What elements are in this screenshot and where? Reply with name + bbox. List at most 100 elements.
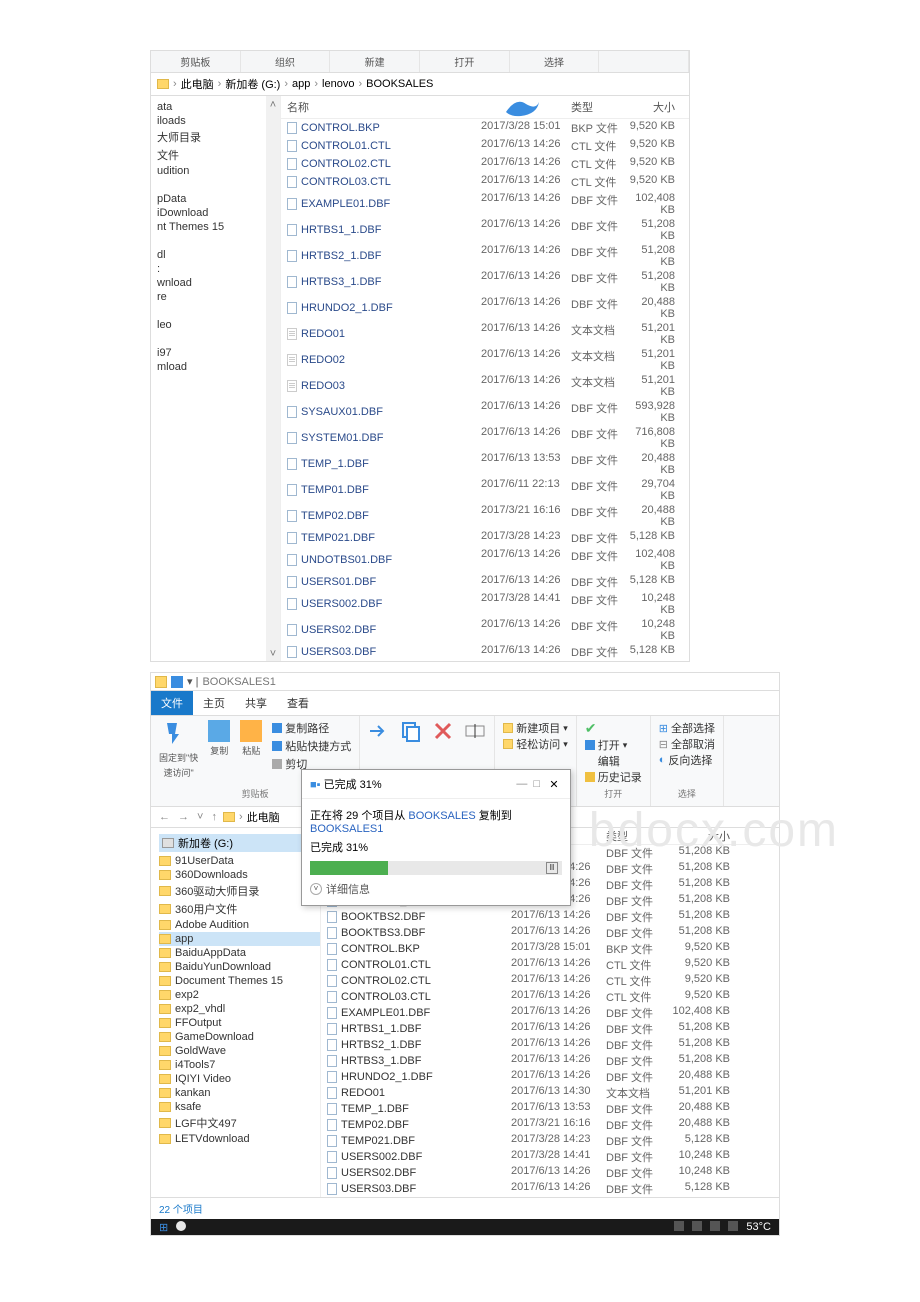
nav-item[interactable]: exp2_vhdl — [159, 1002, 320, 1016]
table-row[interactable]: SYSTEM01.DBF2017/6/13 14:26DBF 文件716,808… — [281, 425, 689, 451]
nav-item[interactable]: dl — [157, 248, 280, 262]
recent-button[interactable]: ˅ — [195, 811, 205, 823]
nav-item[interactable]: udition — [157, 164, 280, 178]
nav-item[interactable]: i97 — [157, 346, 280, 360]
breadcrumb-bar[interactable]: › 此电脑 › 新加卷 (G:) › app › lenovo › BOOKSA… — [151, 73, 689, 96]
edit-button[interactable]: 编辑 — [585, 753, 642, 769]
table-row[interactable]: CONTROL02.CTL2017/6/13 14:26CTL 文件9,520 … — [281, 155, 689, 173]
forward-button[interactable]: → — [176, 811, 191, 823]
nav-item[interactable] — [157, 234, 280, 248]
nav-item[interactable]: Document Themes 15 — [159, 974, 320, 988]
nav-item[interactable]: GoldWave — [159, 1044, 320, 1058]
column-size[interactable]: 大小 — [626, 96, 681, 118]
nav-item[interactable]: ksafe — [159, 1100, 320, 1114]
breadcrumb-item[interactable]: BOOKSALES — [366, 78, 433, 90]
table-row[interactable]: USERS01.DBF2017/6/13 14:26DBF 文件5,128 KB — [281, 573, 689, 591]
nav-item[interactable]: kankan — [159, 1086, 320, 1100]
column-type[interactable]: 类型 — [571, 96, 626, 118]
nav-item[interactable]: BaiduAppData — [159, 946, 320, 960]
history-button[interactable]: 历史记录 — [585, 769, 642, 785]
table-row[interactable]: BOOKTBS2.DBF2017/6/13 14:26DBF 文件51,208 … — [321, 909, 779, 925]
nav-item[interactable]: 360Downloads — [159, 868, 320, 882]
nav-item[interactable]: pData — [157, 192, 280, 206]
nav-item[interactable] — [157, 304, 280, 318]
copy-to-icon[interactable] — [400, 720, 422, 742]
table-row[interactable]: CONTROL01.CTL2017/6/13 14:26CTL 文件9,520 … — [281, 137, 689, 155]
details-toggle[interactable]: ˅ 详细信息 — [310, 881, 562, 897]
start-button[interactable]: ⊞ — [159, 1221, 168, 1234]
table-row[interactable]: TEMP_1.DBF2017/6/13 13:53DBF 文件20,488 KB — [281, 451, 689, 477]
tray-icon[interactable] — [710, 1221, 720, 1231]
breadcrumb-item[interactable]: 新加卷 (G:) — [225, 76, 280, 92]
table-row[interactable]: HRTBS2_1.DBF2017/6/13 14:26DBF 文件51,208 … — [321, 1037, 779, 1053]
pause-button[interactable]: II — [546, 862, 558, 874]
paste-icon[interactable] — [240, 720, 262, 742]
nav-item[interactable]: 360驱动大师目录 — [159, 882, 320, 900]
nav-item[interactable]: 大师目录 — [157, 128, 280, 146]
table-row[interactable]: EXAMPLE01.DBF2017/6/13 14:26DBF 文件102,40… — [321, 1005, 779, 1021]
nav-item[interactable]: 360用户文件 — [159, 900, 320, 918]
new-item-button[interactable]: 新建项目 ▾ — [503, 720, 568, 736]
column-headers[interactable]: 名称 类型 大小 — [281, 96, 689, 119]
table-row[interactable]: UNDOTBS01.DBF2017/6/13 14:26DBF 文件102,40… — [281, 547, 689, 573]
breadcrumb-item[interactable]: app — [292, 78, 310, 90]
table-row[interactable]: TEMP021.DBF2017/3/28 14:23DBF 文件5,128 KB — [321, 1133, 779, 1149]
nav-item[interactable]: LETVdownload — [159, 1132, 320, 1146]
table-row[interactable]: TEMP021.DBF2017/3/28 14:23DBF 文件5,128 KB — [281, 529, 689, 547]
nav-item[interactable]: 文件 — [157, 146, 280, 164]
table-row[interactable]: CONTROL.BKP2017/3/28 15:01BKP 文件9,520 KB — [321, 941, 779, 957]
table-row[interactable]: CONTROL03.CTL2017/6/13 14:26CTL 文件9,520 … — [281, 173, 689, 191]
tab-file[interactable]: 文件 — [151, 691, 193, 715]
table-row[interactable]: TEMP02.DBF2017/3/21 16:16DBF 文件20,488 KB — [281, 503, 689, 529]
taskbar[interactable]: ⊞ 53°C — [151, 1219, 779, 1235]
drive-item[interactable]: 新加卷 (G:) — [159, 834, 320, 852]
column-name[interactable]: 名称 — [281, 96, 481, 118]
nav-item[interactable] — [157, 178, 280, 192]
table-row[interactable]: USERS02.DBF2017/6/13 14:26DBF 文件10,248 K… — [321, 1165, 779, 1181]
table-row[interactable]: TEMP02.DBF2017/3/21 16:16DBF 文件20,488 KB — [321, 1117, 779, 1133]
table-row[interactable]: EXAMPLE01.DBF2017/6/13 14:26DBF 文件102,40… — [281, 191, 689, 217]
table-row[interactable]: HRUNDO2_1.DBF2017/6/13 14:26DBF 文件20,488… — [321, 1069, 779, 1085]
select-all-button[interactable]: ⊞ 全部选择 — [659, 720, 715, 736]
table-row[interactable]: SYSAUX01.DBF2017/6/13 14:26DBF 文件593,928… — [281, 399, 689, 425]
nav-item[interactable]: app — [159, 932, 320, 946]
table-row[interactable]: HRUNDO2_1.DBF2017/6/13 14:26DBF 文件20,488… — [281, 295, 689, 321]
tab-view[interactable]: 查看 — [277, 691, 319, 715]
table-row[interactable]: REDO032017/6/13 14:26文本文档51,201 KB — [281, 373, 689, 399]
table-row[interactable]: USERS002.DBF2017/3/28 14:41DBF 文件10,248 … — [281, 591, 689, 617]
nav-item[interactable]: exp2 — [159, 988, 320, 1002]
nav-item[interactable]: wnload — [157, 276, 280, 290]
nav-item[interactable]: : — [157, 262, 280, 276]
easy-access-button[interactable]: 轻松访问 ▾ — [503, 736, 568, 752]
scrollbar[interactable]: ˄ ˅ — [266, 96, 280, 661]
breadcrumb-item[interactable]: lenovo — [322, 78, 354, 90]
table-row[interactable]: USERS03.DBF2017/6/13 14:26DBF 文件5,128 KB — [281, 643, 689, 661]
table-row[interactable]: HRTBS3_1.DBF2017/6/13 14:26DBF 文件51,208 … — [281, 269, 689, 295]
scroll-up-icon[interactable]: ˄ — [266, 97, 280, 111]
delete-icon[interactable] — [432, 720, 454, 742]
table-row[interactable]: TEMP_1.DBF2017/6/13 13:53DBF 文件20,488 KB — [321, 1101, 779, 1117]
table-row[interactable]: USERS03.DBF2017/6/13 14:26DBF 文件5,128 KB — [321, 1181, 779, 1197]
breadcrumb-item[interactable]: 此电脑 — [247, 809, 280, 825]
nav-item[interactable]: mload — [157, 360, 280, 374]
nav-item[interactable]: LGF中文497 — [159, 1114, 320, 1132]
table-row[interactable]: CONTROL03.CTL2017/6/13 14:26CTL 文件9,520 … — [321, 989, 779, 1005]
nav-item[interactable]: 91UserData — [159, 854, 320, 868]
nav-tree[interactable]: 新加卷 (G:) 91UserData360Downloads360驱动大师目录… — [151, 828, 321, 1197]
column-size[interactable]: 大小 — [666, 828, 736, 844]
pin-icon[interactable] — [159, 720, 185, 746]
table-row[interactable]: CONTROL02.CTL2017/6/13 14:26CTL 文件9,520 … — [321, 973, 779, 989]
nav-item[interactable]: GameDownload — [159, 1030, 320, 1044]
nav-item[interactable]: i4Tools7 — [159, 1058, 320, 1072]
copy-path-button[interactable]: 复制路径 — [272, 720, 351, 736]
nav-item[interactable]: iloads — [157, 114, 280, 128]
tab-share[interactable]: 共享 — [235, 691, 277, 715]
nav-item[interactable]: ata — [157, 100, 280, 114]
rename-icon[interactable] — [464, 720, 486, 742]
back-button[interactable]: ← — [157, 811, 172, 823]
scroll-down-icon[interactable]: ˅ — [266, 646, 280, 660]
invert-selection-button[interactable]: ◐ 反向选择 — [659, 752, 715, 768]
table-row[interactable]: USERS002.DBF2017/3/28 14:41DBF 文件10,248 … — [321, 1149, 779, 1165]
table-row[interactable]: USERS02.DBF2017/6/13 14:26DBF 文件10,248 K… — [281, 617, 689, 643]
nav-item[interactable]: leo — [157, 318, 280, 332]
